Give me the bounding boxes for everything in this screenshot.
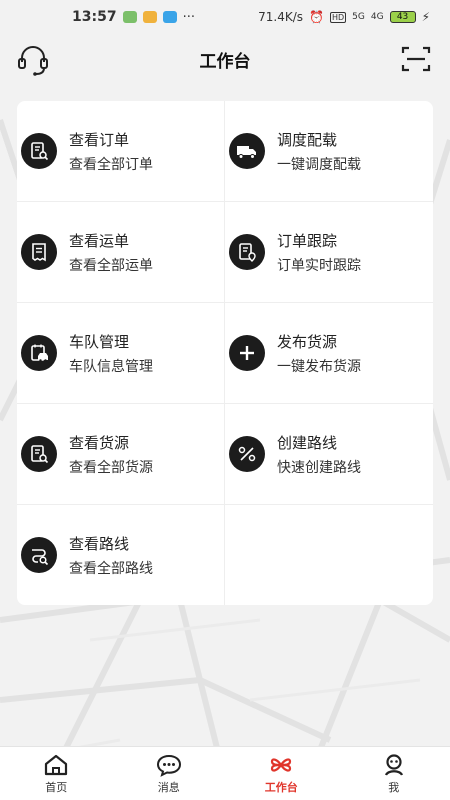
tab-label: 我 — [388, 780, 400, 794]
chat-notification-icon — [162, 11, 177, 23]
grid-item-title: 车队管理 — [69, 332, 130, 351]
workbench-card: 查看订单 查看全部订单 调度配载 一键调度配载 查看运单 查看全部运单 订单跟踪… — [17, 101, 433, 605]
create-route-button[interactable]: 创建路线 快速创建路线 — [225, 404, 433, 505]
tracking-icon — [229, 234, 265, 270]
grid-item-subtitle: 查看全部路线 — [69, 560, 153, 577]
plus-icon — [229, 335, 265, 371]
page-title: 工作台 — [199, 51, 251, 72]
status-bar: 13:57 ··· 71.4K/s ⏰ HD 5G 4G 43 ⚡ — [0, 0, 450, 34]
grid-item-subtitle: 查看全部运单 — [69, 257, 153, 274]
battery-icon: 43 — [389, 11, 416, 23]
grid-item-title: 订单跟踪 — [277, 231, 338, 250]
fleet-icon — [21, 335, 57, 371]
mail-notification-icon — [142, 11, 157, 23]
tab-label: 工作台 — [264, 780, 298, 794]
more-notifications: ··· — [182, 9, 195, 25]
view-routes-button[interactable]: 查看路线 查看全部路线 — [17, 505, 225, 605]
signal-4g: 4G — [370, 12, 384, 22]
alarm-icon: ⏰ — [309, 10, 324, 24]
tab-label: 消息 — [157, 780, 180, 794]
route-search-icon — [21, 537, 57, 573]
view-orders-button[interactable]: 查看订单 查看全部订单 — [17, 101, 225, 202]
hd-badge: HD — [329, 11, 347, 23]
cargo-search-icon — [21, 436, 57, 472]
grid-item-subtitle: 一键调度配载 — [277, 156, 361, 173]
grid-item-title: 调度配载 — [277, 130, 338, 149]
view-cargo-button[interactable]: 查看货源 查看全部货源 — [17, 404, 225, 505]
workbench-icon — [271, 757, 292, 772]
app-header: 工作台 — [0, 34, 450, 84]
grid-item-subtitle: 订单实时跟踪 — [277, 257, 361, 274]
grid-item-title: 发布货源 — [277, 332, 338, 351]
dispatch-loading-button[interactable]: 调度配载 一键调度配载 — [225, 101, 433, 202]
signal-5g: 5G — [352, 12, 365, 22]
publish-cargo-button[interactable]: 发布货源 一键发布货源 — [225, 303, 433, 404]
grid-item-subtitle: 查看全部订单 — [69, 156, 153, 173]
bottom-tab-bar: 首页 消息 工作台 我 — [0, 746, 450, 800]
tab-workbench[interactable]: 工作台 — [241, 748, 321, 800]
customer-service-button[interactable] — [16, 43, 50, 77]
tab-label: 首页 — [45, 780, 68, 794]
order-tracking-button[interactable]: 订单跟踪 订单实时跟踪 — [225, 202, 433, 303]
grid-item-title: 查看路线 — [69, 534, 130, 553]
grid-item-title: 查看货源 — [69, 433, 130, 452]
message-icon — [156, 754, 181, 777]
truck-icon — [229, 133, 265, 169]
net-speed: 71.4K/s — [258, 10, 304, 24]
scan-button[interactable] — [400, 44, 432, 74]
grid-item-title: 查看运单 — [69, 231, 130, 250]
empty-cell — [225, 505, 433, 605]
fleet-management-button[interactable]: 车队管理 车队信息管理 — [17, 303, 225, 404]
headset-icon — [18, 46, 48, 76]
tab-profile[interactable]: 我 — [354, 748, 434, 800]
battery-level: 43 — [396, 12, 409, 22]
tab-home[interactable]: 首页 — [16, 748, 96, 800]
grid-item-title: 查看订单 — [69, 130, 130, 149]
profile-icon — [384, 753, 403, 776]
tab-messages[interactable]: 消息 — [129, 748, 209, 800]
app-notification-icon — [122, 11, 137, 23]
grid-item-subtitle: 快速创建路线 — [277, 459, 361, 476]
grid-item-title: 创建路线 — [277, 433, 338, 452]
home-icon — [45, 754, 68, 775]
function-grid: 查看订单 查看全部订单 调度配载 一键调度配载 查看运单 查看全部运单 订单跟踪… — [17, 101, 433, 605]
scan-icon — [401, 46, 431, 72]
order-search-icon — [21, 133, 57, 169]
route-create-icon — [229, 436, 265, 472]
grid-item-subtitle: 车队信息管理 — [69, 358, 153, 375]
status-time: 13:57 — [72, 9, 117, 25]
grid-item-subtitle: 一键发布货源 — [277, 358, 361, 375]
charging-icon: ⚡ — [421, 10, 430, 24]
grid-item-subtitle: 查看全部货源 — [69, 459, 153, 476]
view-waybills-button[interactable]: 查看运单 查看全部运单 — [17, 202, 225, 303]
waybill-icon — [21, 234, 57, 270]
